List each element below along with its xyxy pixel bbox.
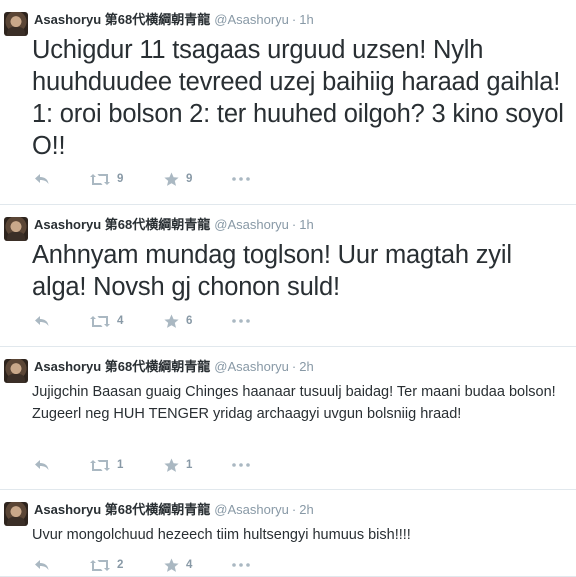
star-icon bbox=[164, 314, 179, 329]
favorite-button[interactable]: 4 bbox=[164, 558, 232, 573]
tweet-actions: 4 6 bbox=[34, 311, 262, 331]
user-name[interactable]: Asashoryu 第68代横綱朝青龍 bbox=[34, 12, 210, 27]
user-handle[interactable]: @Asashoryu bbox=[214, 502, 289, 517]
tweet-timestamp[interactable]: 1h bbox=[299, 217, 313, 232]
reply-icon bbox=[34, 315, 50, 327]
favorite-count: 4 bbox=[186, 559, 193, 571]
tweet-header: Asashoryu 第68代横綱朝青龍 @Asashoryu · 2h bbox=[34, 501, 314, 518]
retweet-count: 9 bbox=[117, 173, 124, 185]
tweet-text: Uvur mongolchuud hezeech tiim hultsengyi… bbox=[32, 527, 411, 543]
retweet-icon bbox=[90, 559, 110, 572]
tweet-actions: 9 9 bbox=[34, 169, 262, 189]
reply-button[interactable] bbox=[34, 315, 90, 327]
reply-icon bbox=[34, 459, 50, 471]
retweet-button[interactable]: 1 bbox=[90, 459, 164, 472]
tweet-timestamp[interactable]: 2h bbox=[299, 502, 313, 517]
more-button[interactable] bbox=[232, 177, 262, 181]
favorite-button[interactable]: 1 bbox=[164, 458, 232, 473]
tweet-header: Asashoryu 第68代横綱朝青龍 @Asashoryu · 2h bbox=[34, 358, 314, 375]
favorite-button[interactable]: 9 bbox=[164, 172, 232, 187]
star-icon bbox=[164, 558, 179, 573]
retweet-count: 4 bbox=[117, 315, 124, 327]
tweet-actions: 1 1 bbox=[34, 455, 262, 475]
more-icon bbox=[232, 177, 250, 181]
separator-dot: · bbox=[291, 217, 297, 232]
star-icon bbox=[164, 172, 179, 187]
favorite-count: 1 bbox=[186, 459, 193, 471]
favorite-count: 9 bbox=[186, 173, 193, 185]
tweet-header: Asashoryu 第68代横綱朝青龍 @Asashoryu · 1h bbox=[34, 216, 314, 233]
reply-icon bbox=[34, 173, 50, 185]
tweet-item[interactable]: Asashoryu 第68代横綱朝青龍 @Asashoryu · 1h Anhnyam… bbox=[0, 205, 576, 347]
user-handle[interactable]: @Asashoryu bbox=[214, 217, 289, 232]
user-name[interactable]: Asashoryu 第68代横綱朝青龍 bbox=[34, 359, 210, 374]
favorite-count: 6 bbox=[186, 315, 193, 327]
retweet-count: 2 bbox=[117, 559, 124, 571]
more-button[interactable] bbox=[232, 463, 262, 467]
retweet-icon bbox=[90, 173, 110, 186]
tweet-timestamp[interactable]: 1h bbox=[299, 12, 313, 27]
more-icon bbox=[232, 319, 250, 323]
separator-dot: · bbox=[291, 12, 297, 27]
more-icon bbox=[232, 463, 250, 467]
reply-button[interactable] bbox=[34, 173, 90, 185]
tweet-header: Asashoryu 第68代横綱朝青龍 @Asashoryu · 1h bbox=[34, 11, 314, 28]
user-handle[interactable]: @Asashoryu bbox=[214, 12, 289, 27]
reply-button[interactable] bbox=[34, 559, 90, 571]
reply-icon bbox=[34, 559, 50, 571]
retweet-icon bbox=[90, 315, 110, 328]
tweet-text: Uchigdur 11 tsagaas urguud uzsen! Nylh h… bbox=[32, 36, 564, 160]
tweet-item[interactable]: Asashoryu 第68代横綱朝青龍 @Asashoryu · 2h Uvur mo… bbox=[0, 490, 576, 577]
user-name[interactable]: Asashoryu 第68代横綱朝青龍 bbox=[34, 217, 210, 232]
retweet-icon bbox=[90, 459, 110, 472]
favorite-button[interactable]: 6 bbox=[164, 314, 232, 329]
separator-dot: · bbox=[291, 359, 297, 374]
avatar[interactable] bbox=[4, 217, 28, 241]
more-icon bbox=[232, 563, 250, 567]
tweet-actions: 2 4 bbox=[34, 555, 262, 575]
avatar[interactable] bbox=[4, 359, 28, 383]
user-name[interactable]: Asashoryu 第68代横綱朝青龍 bbox=[34, 502, 210, 517]
tweet-item[interactable]: Asashoryu 第68代横綱朝青龍 @Asashoryu · 2h Jujigch… bbox=[0, 347, 576, 490]
user-handle[interactable]: @Asashoryu bbox=[214, 359, 289, 374]
more-button[interactable] bbox=[232, 563, 262, 567]
tweet-text: Anhnyam mundag toglson! Uur magtah zyil … bbox=[32, 241, 512, 301]
tweet-timestamp[interactable]: 2h bbox=[299, 359, 313, 374]
avatar[interactable] bbox=[4, 502, 28, 526]
retweet-button[interactable]: 2 bbox=[90, 559, 164, 572]
retweet-count: 1 bbox=[117, 459, 124, 471]
tweet-text: Jujigchin Baasan guaig Chinges haanaar t… bbox=[32, 384, 556, 422]
reply-button[interactable] bbox=[34, 459, 90, 471]
more-button[interactable] bbox=[232, 319, 262, 323]
star-icon bbox=[164, 458, 179, 473]
retweet-button[interactable]: 9 bbox=[90, 173, 164, 186]
retweet-button[interactable]: 4 bbox=[90, 315, 164, 328]
avatar[interactable] bbox=[4, 12, 28, 36]
tweet-item[interactable]: Asashoryu 第68代横綱朝青龍 @Asashoryu · 1h Uchigdu… bbox=[0, 0, 576, 205]
separator-dot: · bbox=[291, 502, 297, 517]
